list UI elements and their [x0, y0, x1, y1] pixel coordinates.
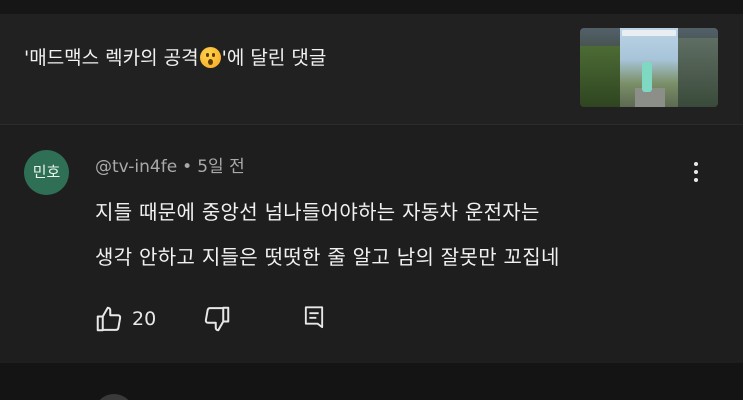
like-button[interactable]: 20	[94, 304, 164, 334]
thumbs-down-icon	[204, 306, 230, 332]
video-title-part2: '에 달린 댓글	[221, 47, 327, 69]
thumbnail-trees-right	[678, 38, 718, 107]
video-thumbnail[interactable]	[580, 28, 718, 107]
astonished-face-emoji-icon	[199, 47, 221, 68]
comment-meta: @tv-in4fe • 5일 전	[95, 152, 245, 177]
dislike-button[interactable]	[202, 304, 234, 334]
page: '매드맥스 렉카의 공격 '에 달린 댓글 민호 @tv-in4fe • 5일 전 지…	[0, 0, 743, 400]
reply-button[interactable]	[300, 304, 330, 334]
comment-text-line-1: 지들 때문에 중앙선 넘나들어야하는 자동차 운전자는	[95, 200, 540, 224]
thumbs-up-icon	[96, 306, 122, 332]
comment-author[interactable]: @tv-in4fe	[95, 157, 177, 177]
more-options-button[interactable]	[686, 158, 706, 186]
meta-separator: •	[182, 157, 193, 177]
thumbnail-caption-bar	[622, 30, 676, 36]
video-title-part1: '매드맥스 렉카의 공격	[24, 47, 199, 69]
comment-text-line-2: 생각 안하고 지들은 떳떳한 줄 알고 남의 잘못만 꼬집네	[95, 245, 560, 269]
top-strip	[0, 0, 743, 14]
more-vertical-icon	[694, 162, 698, 166]
thumbnail-rider	[642, 62, 652, 92]
like-count: 20	[132, 308, 157, 330]
comment-time: 5일 전	[197, 157, 245, 177]
avatar[interactable]: 민호	[24, 150, 69, 195]
reply-comment-icon	[304, 306, 324, 329]
thumbnail-trees-left	[580, 46, 622, 107]
video-title[interactable]: '매드맥스 렉카의 공격 '에 달린 댓글	[24, 45, 326, 71]
